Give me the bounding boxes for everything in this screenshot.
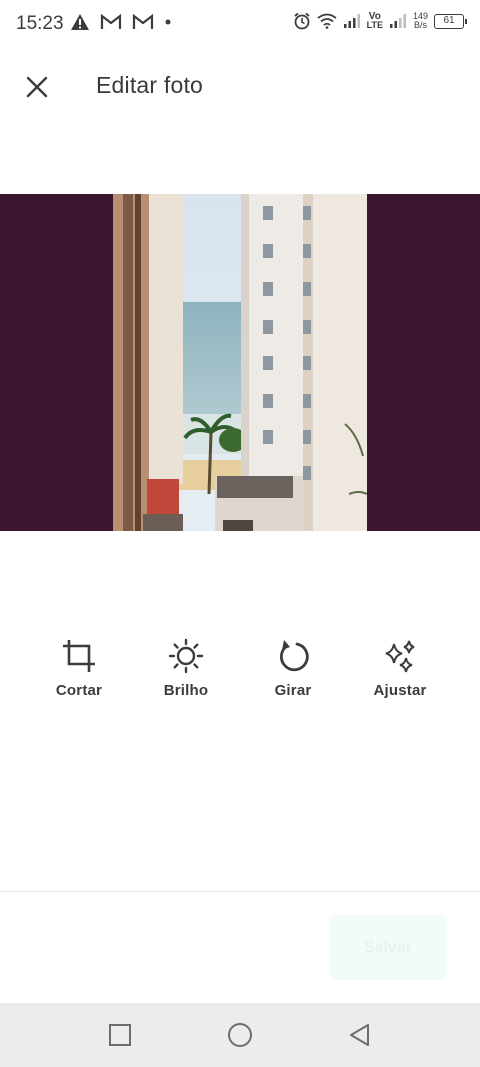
network-speed: 149 B/s xyxy=(413,12,428,30)
crop-icon xyxy=(63,640,95,672)
edit-tools: Cortar Brilho Girar Ajustar xyxy=(0,636,480,716)
photo-canvas xyxy=(0,194,480,531)
home-button[interactable] xyxy=(224,1019,256,1051)
save-button[interactable]: Salvar xyxy=(329,915,447,980)
battery-level: 61 xyxy=(443,14,455,26)
wifi-icon xyxy=(317,13,337,29)
volte-bottom-label: LTE xyxy=(366,20,383,30)
crop-tool-button[interactable]: Cortar xyxy=(34,636,124,699)
rotate-tool-button[interactable]: Girar xyxy=(248,636,338,699)
status-time: 15:23 xyxy=(16,13,64,34)
close-button[interactable] xyxy=(18,68,56,106)
brightness-tool-button[interactable]: Brilho xyxy=(141,636,231,699)
crop-tool-label: Cortar xyxy=(55,682,103,699)
status-bar: 15:23 Vo LTE 149 B/s 61 xyxy=(0,0,480,48)
app-bar: Editar foto xyxy=(0,56,480,116)
adjust-tool-button[interactable]: Ajustar xyxy=(355,636,445,699)
battery-icon: 61 xyxy=(434,13,467,29)
status-notifications xyxy=(70,13,172,31)
warning-icon xyxy=(71,14,89,30)
adjust-tool-label: Ajustar xyxy=(373,682,427,699)
system-navigation-bar xyxy=(0,1003,480,1067)
rotate-tool-label: Girar xyxy=(274,682,312,699)
sparkles-icon xyxy=(385,640,415,673)
page-title: Editar foto xyxy=(96,72,204,98)
back-triangle-icon xyxy=(350,1024,369,1046)
square-icon xyxy=(109,1024,131,1046)
photo-image xyxy=(113,194,367,531)
recents-button[interactable] xyxy=(104,1019,136,1051)
signal-icon xyxy=(389,14,406,28)
brightness-icon xyxy=(168,638,204,674)
more-notifications-dot-icon xyxy=(165,19,171,25)
back-button[interactable] xyxy=(344,1019,376,1051)
status-system-icons: Vo LTE 149 B/s 61 xyxy=(293,12,467,30)
alarm-icon xyxy=(294,12,310,30)
divider xyxy=(0,891,480,892)
volte-indicator: Vo LTE xyxy=(367,12,383,30)
close-icon xyxy=(26,76,48,98)
signal-icon xyxy=(343,14,360,28)
circle-icon xyxy=(228,1023,252,1047)
rotate-icon xyxy=(279,640,309,672)
gmail-icon xyxy=(132,14,154,29)
network-speed-unit: B/s xyxy=(413,20,427,30)
brightness-tool-label: Brilho xyxy=(163,682,209,699)
gmail-icon xyxy=(100,14,122,29)
photo-preview xyxy=(113,194,367,531)
